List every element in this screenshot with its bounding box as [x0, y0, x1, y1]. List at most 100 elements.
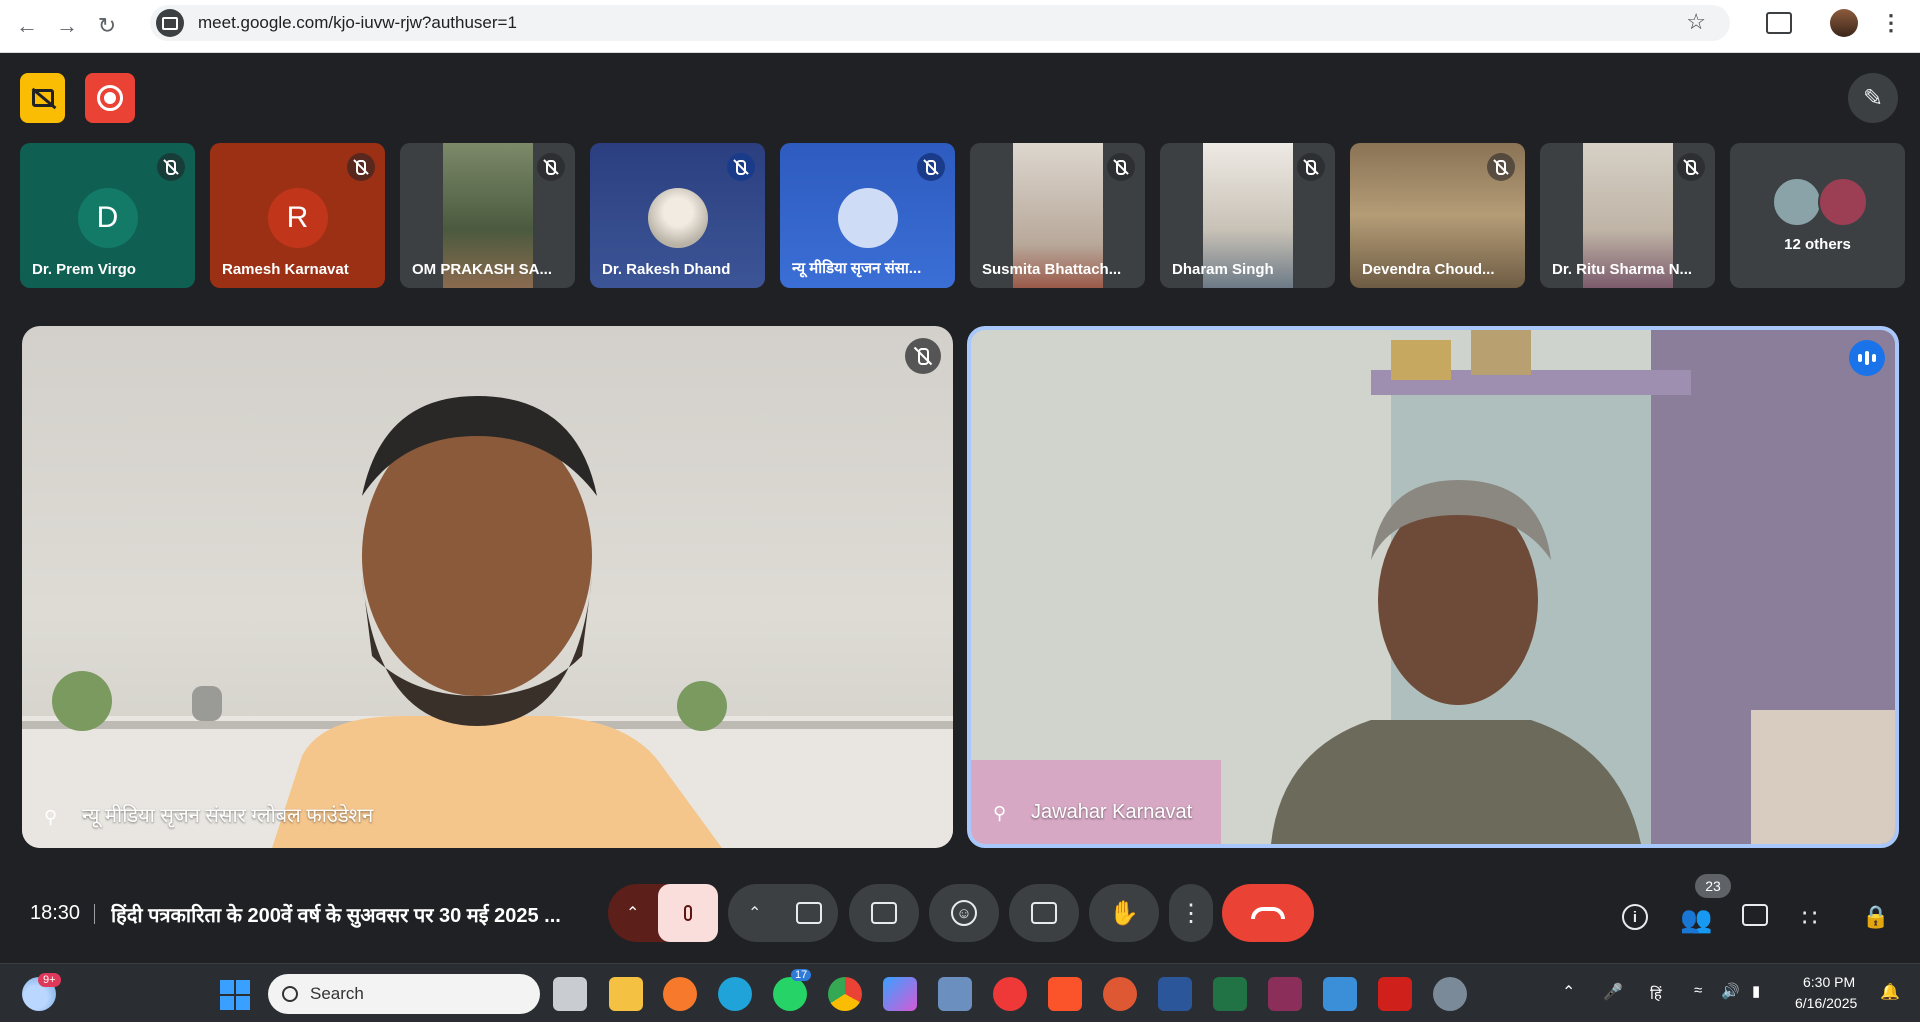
winrar-icon[interactable]	[1268, 977, 1302, 1011]
audio-options-button[interactable]: ⌃	[608, 884, 718, 942]
participant-tile[interactable]: Dr. Rakesh Dhand	[590, 143, 765, 288]
present-screen-button[interactable]	[849, 884, 919, 942]
avatar: D	[77, 188, 138, 248]
volume-icon[interactable]: 🔊	[1721, 982, 1740, 1000]
meeting-clock: 18:30	[30, 902, 81, 924]
participant-tile[interactable]: R Ramesh Karnavat	[210, 143, 385, 288]
main-video-tile[interactable]: ⚲ न्यू मीडिया सृजन संसार ग्लोबल फाउंडेशन	[22, 326, 953, 848]
participant-photo	[647, 188, 708, 248]
mic-off-icon	[1677, 153, 1705, 181]
participant-name: Devendra Choud...	[1362, 261, 1495, 278]
participant-name: Dr. Rakesh Dhand	[602, 261, 731, 278]
avatar: R	[267, 188, 328, 248]
captions-icon	[1031, 902, 1057, 924]
browser-menu-icon[interactable]: ⋮	[1880, 10, 1902, 36]
weather-badge: 9+	[38, 973, 61, 987]
notifications-icon[interactable]: 🔔	[1880, 982, 1900, 1002]
profile-avatar[interactable]	[1830, 9, 1858, 37]
participant-name: OM PRAKASH SA...	[412, 261, 553, 278]
call-controls-bar: 18:30 हिंदी पत्रकारिता के 200वें वर्ष के…	[0, 860, 1920, 964]
brave-icon[interactable]	[1048, 977, 1082, 1011]
task-view-icon[interactable]	[553, 977, 587, 1011]
microphone-icon[interactable]: 🎤	[1603, 982, 1623, 1002]
participant-tile[interactable]: Devendra Choud...	[1350, 143, 1525, 288]
chat-button[interactable]	[1742, 904, 1768, 926]
reactions-button[interactable]: ☺	[929, 884, 999, 942]
participant-name: Dr. Ritu Sharma N...	[1552, 261, 1693, 278]
leave-call-button[interactable]	[1222, 884, 1314, 942]
activities-button[interactable]: ∷	[1802, 904, 1817, 933]
battery-icon[interactable]: ▮	[1752, 982, 1760, 1000]
search-icon	[282, 986, 298, 1002]
firefox-icon[interactable]	[663, 977, 697, 1011]
extensions-icon[interactable]	[1766, 12, 1792, 34]
start-button-icon[interactable]	[220, 980, 250, 1010]
meeting-details-button[interactable]: i	[1622, 904, 1648, 930]
duckduckgo-icon[interactable]	[1103, 977, 1137, 1011]
people-button[interactable]: 👥	[1680, 904, 1712, 935]
chrome-icon[interactable]	[828, 977, 862, 1011]
participant-tile[interactable]: Dharam Singh	[1160, 143, 1335, 288]
acrobat-icon[interactable]	[1378, 977, 1412, 1011]
whatsapp-icon[interactable]	[773, 977, 807, 1011]
participant-tile[interactable]: OM PRAKASH SA...	[400, 143, 575, 288]
back-icon[interactable]: ←	[7, 6, 47, 46]
copilot-icon[interactable]	[883, 977, 917, 1011]
info-icon: i	[1622, 904, 1648, 930]
camera-options-button[interactable]: ⌃	[728, 884, 838, 942]
bookmark-star-icon[interactable]: ☆	[1686, 9, 1706, 35]
participant-tile[interactable]: D Dr. Prem Virgo	[20, 143, 195, 288]
host-controls-button[interactable]: 🔒	[1862, 904, 1889, 930]
wifi-icon[interactable]: ≈	[1694, 982, 1702, 999]
mic-off-icon	[917, 153, 945, 181]
captions-off-icon	[31, 89, 54, 107]
word-icon[interactable]	[1158, 977, 1192, 1011]
meeting-title: हिंदी पत्रकारिता के 200वें वर्ष के सुअवस…	[111, 905, 561, 927]
forward-icon[interactable]: →	[47, 6, 87, 46]
browser-toolbar: ← → ↻ meet.google.com/kjo-iuvw-rjw?authu…	[0, 0, 1920, 53]
file-explorer-icon[interactable]	[609, 977, 643, 1011]
apps-grid-icon: ∷	[1802, 905, 1818, 932]
raise-hand-button[interactable]: ✋	[1089, 884, 1159, 942]
address-bar[interactable]: meet.google.com/kjo-iuvw-rjw?authuser=1 …	[150, 5, 1730, 41]
default-avatar-icon	[837, 188, 898, 248]
mic-off-icon	[157, 153, 185, 181]
effects-pen-button[interactable]: ✎	[1848, 73, 1898, 123]
participant-name: Ramesh Karnavat	[222, 261, 349, 278]
url-text[interactable]: meet.google.com/kjo-iuvw-rjw?authuser=1	[198, 13, 517, 33]
end-call-icon	[1251, 907, 1285, 919]
participant-name: न्यू मीडिया सृजन संसार ग्लोबल फाउंडेशन	[82, 805, 374, 827]
captions-off-indicator[interactable]	[20, 73, 65, 123]
participant-tile[interactable]: न्यू मीडिया सृजन संसा...	[780, 143, 955, 288]
taskbar-search[interactable]: Search	[268, 974, 540, 1014]
pin-icon[interactable]: ⚲	[993, 803, 1006, 824]
edge-icon[interactable]	[718, 977, 752, 1011]
photos-icon[interactable]	[1323, 977, 1357, 1011]
taskbar-time[interactable]: 6:30 PM	[1803, 974, 1855, 990]
taskbar-date[interactable]: 6/16/2025	[1795, 995, 1857, 1011]
participant-tile[interactable]: Dr. Ritu Sharma N...	[1540, 143, 1715, 288]
record-icon	[97, 85, 123, 111]
settings-icon[interactable]	[1433, 977, 1467, 1011]
windows-taskbar: 9+ Search 17 ⌃ 🎤 हिं ≈ 🔊 ▮ 6:30 PM 6/16/…	[0, 963, 1920, 1022]
others-tile[interactable]: 12 others	[1730, 143, 1905, 288]
show-hidden-icons[interactable]: ⌃	[1562, 982, 1575, 1002]
main-video-tile-active-speaker[interactable]: ⚲ Jawahar Karnavat	[967, 326, 1899, 848]
participant-strip: D Dr. Prem Virgo R Ramesh Karnavat OM PR…	[20, 143, 1905, 288]
reload-icon[interactable]: ↻	[87, 6, 127, 46]
captions-button[interactable]	[1009, 884, 1079, 942]
calculator-icon[interactable]	[938, 977, 972, 1011]
excel-icon[interactable]	[1213, 977, 1247, 1011]
avatar	[1818, 177, 1868, 227]
more-options-button[interactable]: ⋮	[1169, 884, 1213, 942]
pin-icon[interactable]: ⚲	[44, 807, 57, 828]
vivaldi-icon[interactable]	[993, 977, 1027, 1011]
recording-indicator[interactable]	[85, 73, 135, 123]
participant-tile[interactable]: Susmita Bhattach...	[970, 143, 1145, 288]
mic-toggle-button[interactable]	[658, 884, 718, 942]
hand-icon: ✋	[1109, 899, 1139, 927]
people-icon: 👥	[1680, 904, 1713, 934]
input-language[interactable]: हिं	[1650, 984, 1662, 1004]
camera-icon	[796, 902, 822, 924]
site-info-icon[interactable]	[156, 9, 184, 37]
